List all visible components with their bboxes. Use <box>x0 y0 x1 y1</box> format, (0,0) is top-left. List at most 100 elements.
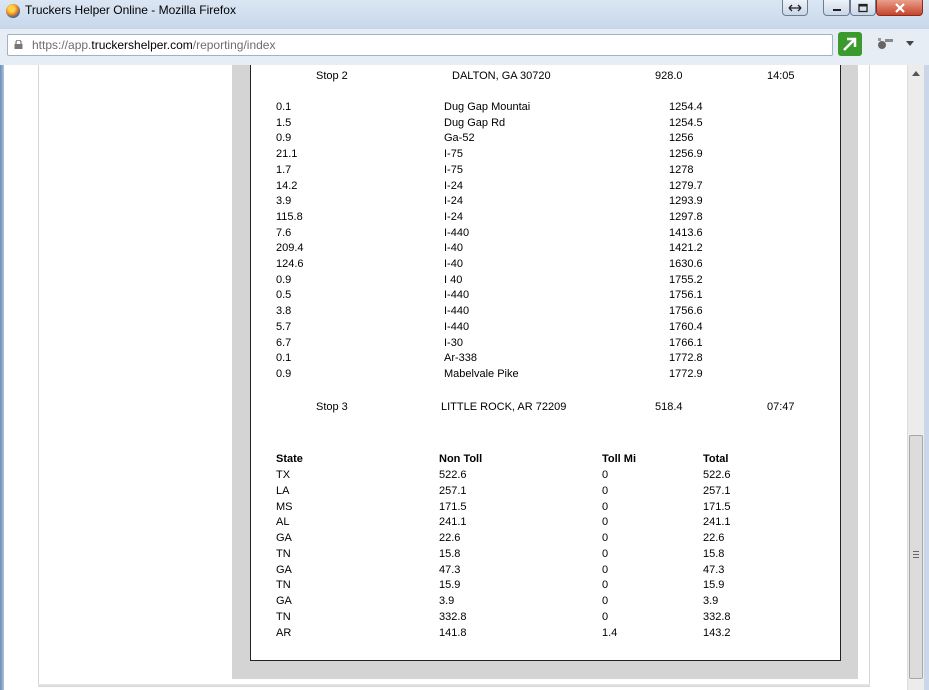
stop-miles: 518.4 <box>655 401 683 413</box>
state-cell: AL <box>276 516 290 529</box>
title-bar: Truckers Helper Online - Mozilla Firefox <box>0 0 929 29</box>
segment-miles: 6.7 <box>276 336 292 349</box>
segment-road: I-75 <box>444 148 463 161</box>
state-cell: GA <box>276 563 292 576</box>
segment-cumulative-miles: 1254.5 <box>669 116 703 129</box>
state-cell: TN <box>276 610 291 623</box>
scrollbar-thumb[interactable] <box>909 435 923 679</box>
state-cell: MS <box>276 500 293 513</box>
firefox-icon <box>6 4 20 18</box>
state-cell: TN <box>276 547 291 560</box>
segment-miles: 0.9 <box>276 367 292 380</box>
total-cell: 241.1 <box>703 516 731 529</box>
header-non-toll: Non Toll <box>439 453 483 465</box>
restore-button[interactable] <box>782 0 808 16</box>
scroll-up-arrow-icon[interactable] <box>912 71 920 76</box>
stop-location: DALTON, GA 30720 <box>452 70 551 82</box>
segment-miles: 0.5 <box>276 289 292 302</box>
total-cell: 143.2 <box>703 626 731 639</box>
url-bar[interactable]: https://app.truckershelper.com/reporting… <box>7 34 833 56</box>
navigation-bar: https://app.truckershelper.com/reporting… <box>0 29 929 65</box>
segment-miles: 0.1 <box>276 101 292 113</box>
non-toll-cell: 522.6 <box>439 469 467 481</box>
toll-miles-cell: 0 <box>602 563 609 576</box>
segment-road: Mabelvale Pike <box>444 367 519 380</box>
report-page <box>250 65 841 661</box>
segment-road: Ga-52 <box>444 132 475 145</box>
toll-miles-cell: 0 <box>602 469 609 481</box>
segment-miles: 0.1 <box>276 352 292 365</box>
segment-road: Dug Gap Rd <box>444 116 506 129</box>
total-cell: 15.9 <box>703 579 725 592</box>
non-toll-cell: 15.9 <box>439 579 461 592</box>
segment-cumulative-miles: 1760.4 <box>669 320 703 333</box>
vertical-scrollbar[interactable] <box>907 65 924 690</box>
restore-icon <box>788 4 802 11</box>
non-toll-cell: 15.8 <box>439 547 461 560</box>
segment-miles: 14.2 <box>276 179 298 192</box>
segment-cumulative-miles: 1278 <box>669 163 694 176</box>
segment-miles: 5.7 <box>276 320 292 333</box>
segment-cumulative-miles: 1772.9 <box>669 367 703 380</box>
segment-road: Dug Gap Mountai <box>444 101 531 113</box>
stop-miles: 928.0 <box>655 70 683 82</box>
stop-time: 07:47 <box>767 401 795 413</box>
non-toll-cell: 171.5 <box>439 500 467 513</box>
grip-line <box>913 551 919 552</box>
close-button[interactable] <box>876 0 923 16</box>
window-left-edge <box>0 65 4 690</box>
grip-line <box>913 557 919 558</box>
state-cell: TN <box>276 579 291 592</box>
state-cell: TX <box>276 469 291 481</box>
tools-icon[interactable] <box>876 36 894 52</box>
dropdown-arrow-icon[interactable] <box>906 41 914 46</box>
minimize-icon <box>832 8 841 11</box>
toll-miles-cell: 0 <box>602 579 609 592</box>
non-toll-cell: 47.3 <box>439 563 461 576</box>
total-cell: 47.3 <box>703 563 725 576</box>
segment-miles: 124.6 <box>276 258 304 270</box>
stop-location: LITTLE ROCK, AR 72209 <box>441 401 567 413</box>
window-title: Truckers Helper Online - Mozilla Firefox <box>25 3 236 17</box>
non-toll-cell: 332.8 <box>439 610 467 623</box>
segment-road: I-440 <box>444 226 470 239</box>
total-cell: 171.5 <box>703 500 731 513</box>
dialog-frame-bottom <box>38 684 870 686</box>
segment-cumulative-miles: 1293.9 <box>669 195 703 208</box>
segment-cumulative-miles: 1413.6 <box>669 226 703 239</box>
non-toll-cell: 141.8 <box>439 626 467 639</box>
grip-line <box>913 554 919 555</box>
segment-miles: 3.8 <box>276 305 292 318</box>
close-icon <box>894 2 905 13</box>
toll-miles-cell: 0 <box>602 547 609 560</box>
toll-miles-cell: 0 <box>602 595 609 607</box>
segment-road: I-24 <box>444 195 463 208</box>
url-text: https://app.truckershelper.com/reporting… <box>32 38 276 52</box>
segment-cumulative-miles: 1630.6 <box>669 258 703 270</box>
segment-cumulative-miles: 1256 <box>669 132 694 145</box>
toll-miles-cell: 0 <box>602 484 609 497</box>
segment-cumulative-miles: 1254.4 <box>669 101 703 113</box>
toll-miles-cell: 1.4 <box>602 626 618 639</box>
segment-road: I-440 <box>444 320 470 333</box>
total-cell: 522.6 <box>703 469 731 481</box>
stop-label: Stop 2 <box>316 70 348 82</box>
total-cell: 257.1 <box>703 484 731 497</box>
minimize-button[interactable] <box>823 0 850 16</box>
total-cell: 3.9 <box>703 595 719 607</box>
non-toll-cell: 257.1 <box>439 484 467 497</box>
toll-miles-cell: 0 <box>602 610 609 623</box>
total-cell: 22.6 <box>703 532 725 544</box>
segment-cumulative-miles: 1256.9 <box>669 148 703 161</box>
green-arrow-icon[interactable] <box>838 32 862 56</box>
segment-road: I 40 <box>444 273 463 286</box>
maximize-button[interactable] <box>850 0 876 16</box>
segment-road: I-440 <box>444 305 470 318</box>
stop-label: Stop 3 <box>316 401 348 413</box>
segment-cumulative-miles: 1755.2 <box>669 273 703 286</box>
total-cell: 15.8 <box>703 547 725 560</box>
state-cell: LA <box>276 484 290 497</box>
segment-miles: 7.6 <box>276 226 292 239</box>
lock-icon <box>14 40 23 49</box>
segment-miles: 115.8 <box>276 210 303 223</box>
